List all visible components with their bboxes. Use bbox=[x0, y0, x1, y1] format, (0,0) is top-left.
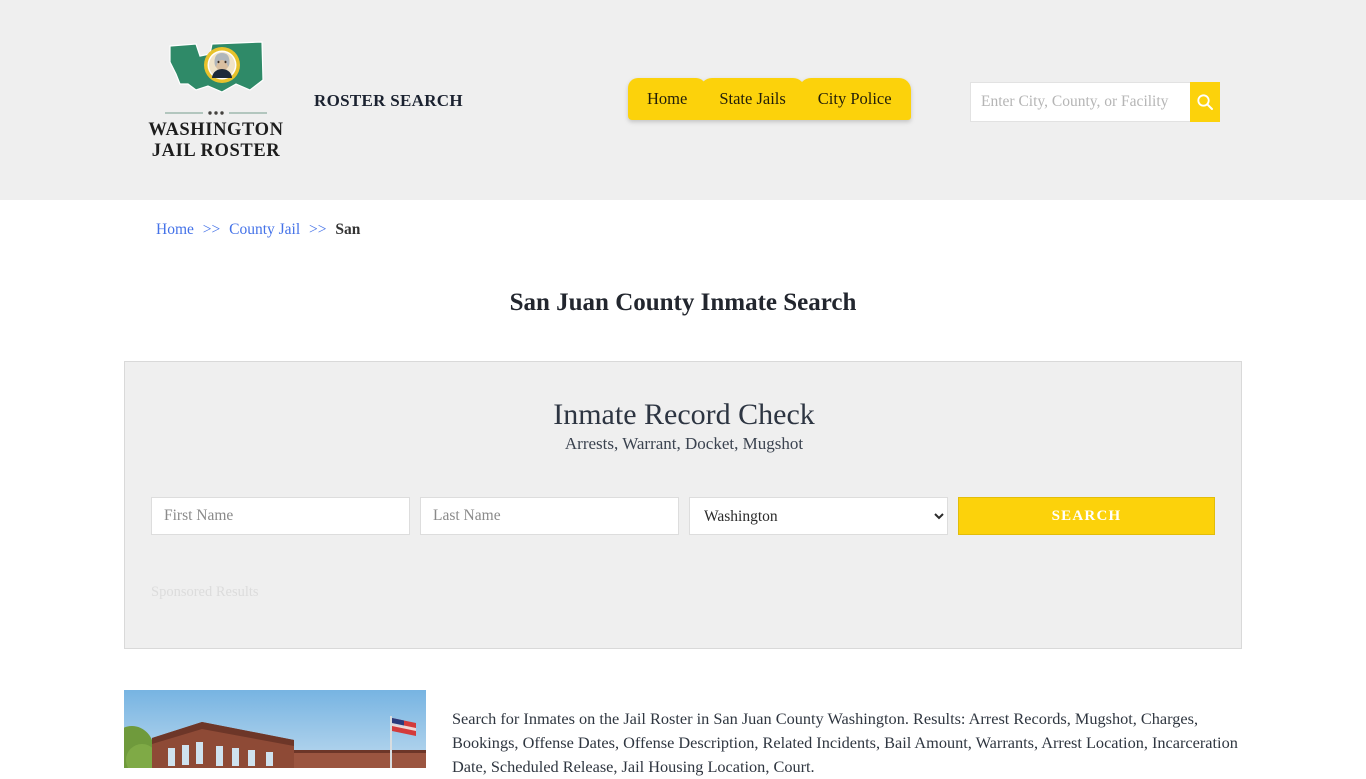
washington-state-flag-icon bbox=[169, 41, 264, 93]
breadcrumb-item-county-jail[interactable]: County Jail bbox=[229, 221, 300, 238]
breadcrumb-separator-1: >> bbox=[202, 221, 221, 238]
header-inner: WASHINGTON JAIL ROSTER ROSTER SEARCH Hom… bbox=[0, 0, 1366, 200]
courthouse-photo bbox=[124, 690, 426, 768]
site-header: WASHINGTON JAIL ROSTER ROSTER SEARCH Hom… bbox=[0, 0, 1366, 200]
main-navigation: Home State Jails City Police bbox=[628, 78, 911, 120]
logo-wordmark: WASHINGTON JAIL ROSTER bbox=[148, 120, 284, 162]
search-icon bbox=[1197, 94, 1213, 110]
state-select[interactable]: Washington bbox=[689, 497, 948, 535]
search-submit-button[interactable]: SEARCH bbox=[958, 497, 1215, 535]
logo-divider-icon bbox=[165, 111, 267, 115]
breadcrumb-separator-2: >> bbox=[309, 221, 327, 238]
first-name-input[interactable] bbox=[151, 497, 410, 535]
card-title: Inmate Record Check bbox=[553, 398, 815, 431]
header-search-button[interactable] bbox=[1190, 82, 1220, 122]
card-subtitle: Arrests, Warrant, Docket, Mugshot bbox=[564, 434, 804, 453]
breadcrumb-item-current: San bbox=[335, 221, 361, 238]
header-search-input[interactable] bbox=[970, 82, 1190, 122]
site-logo[interactable]: WASHINGTON JAIL ROSTER bbox=[148, 40, 284, 162]
last-name-input[interactable] bbox=[420, 497, 679, 535]
page-title: San Juan County Inmate Search bbox=[509, 288, 857, 316]
inmate-search-form: Washington SEARCH bbox=[151, 497, 1217, 535]
header-search bbox=[970, 82, 1220, 122]
nav-item-city-police[interactable]: City Police bbox=[798, 78, 911, 120]
logo-line-1: WASHINGTON bbox=[148, 120, 284, 140]
header-tagline: ROSTER SEARCH bbox=[314, 91, 463, 110]
breadcrumb-item-home[interactable]: Home bbox=[156, 221, 194, 238]
logo-line-2: JAIL ROSTER bbox=[151, 141, 281, 161]
breadcrumb: Home >> County Jail >> San bbox=[156, 221, 360, 239]
nav-item-state-jails[interactable]: State Jails bbox=[700, 78, 805, 120]
sponsored-results-label: Sponsored Results bbox=[151, 584, 259, 600]
courthouse-photo-image bbox=[124, 690, 426, 768]
nav-item-home[interactable]: Home bbox=[628, 78, 707, 120]
inmate-record-check-card: Inmate Record Check Arrests, Warrant, Do… bbox=[124, 361, 1242, 649]
page-description: Search for Inmates on the Jail Roster in… bbox=[452, 709, 1238, 777]
